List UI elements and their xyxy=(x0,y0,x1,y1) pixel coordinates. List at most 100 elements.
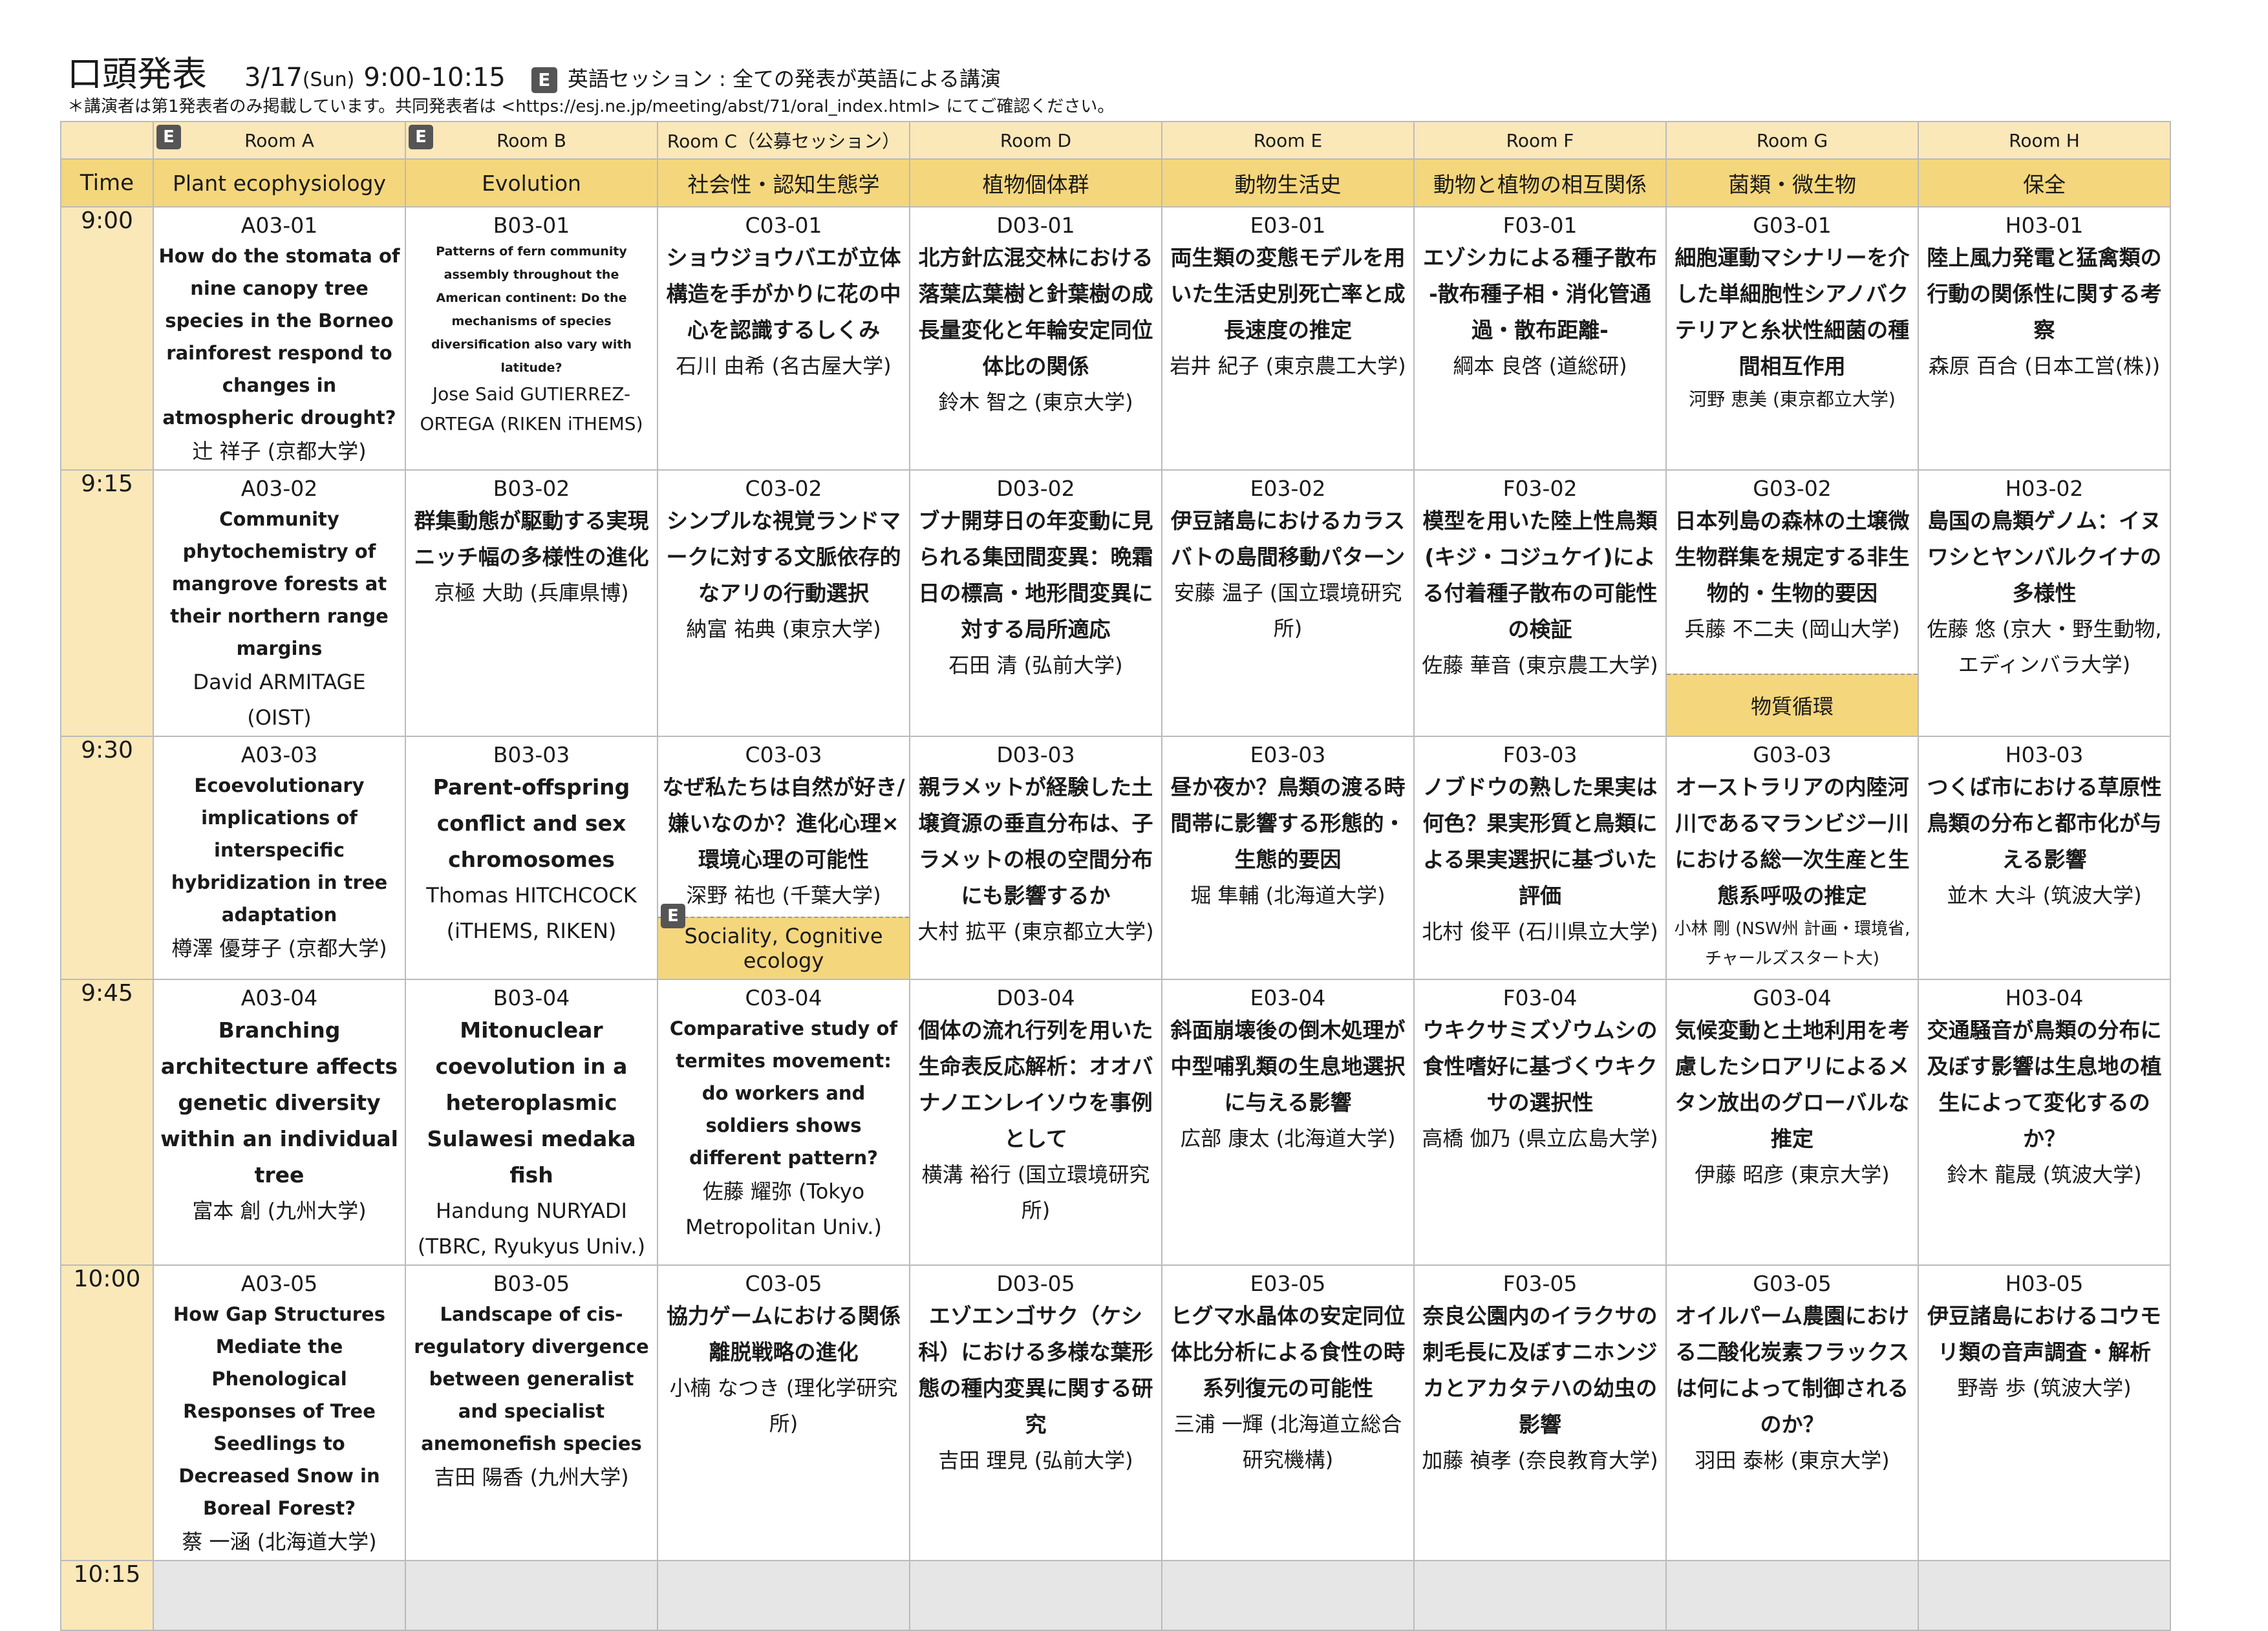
room-name: Room C（公募セッション） xyxy=(667,131,901,152)
talk-entry: D03-05 エゾエンゴサク（ケシ科）における多様な葉形態の種内変異に関する研究吉… xyxy=(910,1266,1161,1560)
talk-title: ブナ開芽日の年変動に見られる集団間変異：晩霜日の標高・地形間変異に対する局所適応 xyxy=(918,508,1153,642)
room-header-e: Room E xyxy=(1161,121,1415,160)
empty-cell xyxy=(657,1560,910,1631)
theme-room-e: 動物生活史 xyxy=(1161,158,1415,208)
talk-speaker: 納富 祐典 (東京大学) xyxy=(686,617,881,641)
talk-entry: D03-01 北方針広混交林における落葉広葉樹と針葉樹の成長量変化と年輪安定同位体… xyxy=(910,208,1161,469)
talk-code: E03-01 xyxy=(1250,213,1326,238)
talk-title: 群集動態が駆動する実現ニッチ幅の多様性の進化 xyxy=(414,508,649,570)
talk-title: 北方針広混交林における落葉広葉樹と針葉樹の成長量変化と年輪安定同位体比の関係 xyxy=(918,245,1153,379)
talk-speaker: 蔡 一涵 (北海道大学) xyxy=(182,1530,377,1554)
talk-entry: F03-01 エゾシカによる種子散布 -散布種子相・消化管通過・散布距離- 綱本 良… xyxy=(1415,208,1665,469)
talk-cell-room-h: H03-04 交通騒音が鳥類の分布に及ぼす影響は生息地の植生によって変化するのか？… xyxy=(1918,979,2171,1266)
talk-cell-room-h: H03-05 伊豆諸島におけるコウモリ類の音声調査・解析野嵜 歩 (筑波大学) xyxy=(1918,1264,2171,1561)
time-label: 10:15 xyxy=(60,1560,154,1631)
talk-code: H03-04 xyxy=(2005,985,2084,1010)
talk-speaker: 野嵜 歩 (筑波大学) xyxy=(1957,1376,2132,1400)
theme-room-f: 動物と植物の相互関係 xyxy=(1413,158,1667,208)
talk-cell-room-e: E03-05 ヒグマ水晶体の安定同位体比分析による食性の時系列復元の可能性 三浦 一… xyxy=(1161,1264,1415,1561)
talk-title: 細胞運動マシナリーを介した単細胞性シアノバクテリアと糸状性細菌の種間相互作用 xyxy=(1674,245,1910,379)
theme-row: Time Plant ecophysiology Evolution 社会性・認… xyxy=(60,158,2171,208)
english-badge-room-a: E xyxy=(156,125,181,149)
talk-entry: C03-02 シンプルな視覚ランドマークに対する文脈依存的なアリの行動選択 納富 祐… xyxy=(658,471,909,736)
talk-title: エゾシカによる種子散布 -散布種子相・消化管通過・散布距離- xyxy=(1422,245,1657,343)
talk-title: Landscape of cis-regulatory divergence b… xyxy=(414,1303,649,1455)
talk-title: ノブドウの熟した果実は何色？果実形質と鳥類による果実選択に基づいた評価 xyxy=(1422,774,1658,908)
talk-speaker: Handung NURYADI (TBRC, Ryukyus Univ.) xyxy=(417,1199,646,1259)
talk-code: B03-04 xyxy=(493,985,570,1010)
talk-code: H03-02 xyxy=(2005,476,2084,501)
talk-code: C03-01 xyxy=(745,213,822,238)
room-header-g: Room G xyxy=(1665,121,1919,160)
talk-title: オーストラリアの内陸河川であるマランビジー川における総一次生産と生態系呼吸の推定 xyxy=(1674,774,1910,908)
talk-speaker: 吉田 陽香 (九州大学) xyxy=(434,1465,629,1489)
talk-speaker: 加藤 禎孝 (奈良教育大学) xyxy=(1422,1448,1658,1473)
talk-entry: H03-04 交通騒音が鳥類の分布に及ぼす影響は生息地の植生によって変化するのか？… xyxy=(1919,980,2170,1264)
talk-entry: F03-02 模型を用いた陸上性鳥類 (キジ・コジュケイ)による付着種子散布の可能… xyxy=(1415,471,1665,736)
talk-cell-room-b: B03-03 Parent-offspring conflict and sex … xyxy=(405,736,658,980)
room-name: Room H xyxy=(2009,129,2080,151)
talk-speaker: 大村 拡平 (東京都立大学) xyxy=(917,919,1154,944)
talk-speaker: 鈴木 智之 (東京大学) xyxy=(938,390,1133,414)
talk-cell-room-d: D03-03 親ラメットが経験した土壌資源の垂直分布は、子ラメットの根の空間分布に… xyxy=(909,736,1162,980)
talk-entry: H03-03 つくば市における草原性鳥類の分布と都市化が与える影響 並木 大斗 (筑… xyxy=(1919,737,2170,979)
talk-entry: E03-05 ヒグマ水晶体の安定同位体比分析による食性の時系列復元の可能性 三浦 一… xyxy=(1162,1266,1413,1560)
english-session-badge: E xyxy=(531,67,557,93)
talk-cell-room-e: E03-04 斜面崩壊後の倒木処理が中型哺乳類の生息地選択に与える影響 広部 康太 … xyxy=(1161,979,1415,1266)
talk-title: 気候変動と土地利用を考慮したシロアリによるメタン放出のグローバルな推定 xyxy=(1674,1018,1910,1151)
talk-speaker: Jose Said GUTIERREZ-ORTEGA (RIKEN iTHEMS… xyxy=(420,383,643,434)
talk-cell-room-e: E03-02 伊豆諸島におけるカラスバトの島間移動パターン 安藤 温子 (国立環境研… xyxy=(1161,469,1415,737)
talk-speaker: 綱本 良啓 (道総研) xyxy=(1453,354,1627,378)
time-label: Time xyxy=(60,158,154,208)
talk-cell-room-g: G03-05 オイルパーム農園における二酸化炭素フラックスは何によって制御されるの… xyxy=(1665,1264,1919,1561)
talk-entry: H03-02 島国の鳥類ゲノム：イヌワシとヤンバルクイナの多様性 佐藤 悠 (京大・… xyxy=(1919,471,2170,736)
talk-title: エゾエンゴサク（ケシ科）における多様な葉形態の種内変異に関する研究 xyxy=(918,1303,1153,1437)
talk-title: 伊豆諸島におけるコウモリ類の音声調査・解析 xyxy=(1927,1303,2161,1365)
talk-code: A03-04 xyxy=(241,985,318,1010)
talk-cell-room-f: F03-03 ノブドウの熟した果実は何色？果実形質と鳥類による果実選択に基づいた評… xyxy=(1413,736,1667,980)
talk-entry: C03-04 Comparative study of termites move… xyxy=(658,980,909,1264)
room-name: Room G xyxy=(1756,129,1828,151)
talk-cell-room-g: G03-04 気候変動と土地利用を考慮したシロアリによるメタン放出のグローバルな推… xyxy=(1665,979,1919,1266)
english-session-note: 英語セッション : 全ての発表が英語による講演 xyxy=(567,67,1001,91)
talk-entry: B03-01 Patterns of fern community assembl… xyxy=(406,208,657,469)
room-name: Room D xyxy=(1000,129,1072,151)
talk-cell-room-g: G03-02 日本列島の森林の土壌微生物群集を規定する非生物的・生物的要因 兵藤 不… xyxy=(1665,469,1919,737)
talk-code: H03-01 xyxy=(2005,213,2084,238)
talk-entry: B03-02 群集動態が駆動する実現ニッチ幅の多様性の進化 京極 大助 (兵庫県博) xyxy=(406,471,657,736)
talk-cell-room-d: D03-05 エゾエンゴサク（ケシ科）における多様な葉形態の種内変異に関する研究吉… xyxy=(909,1264,1162,1561)
talk-cell-room-c: C03-03 なぜ私たちは自然が好き/嫌いなのか？進化心理×環境心理の可能性 深野 … xyxy=(657,736,910,980)
talk-code: C03-04 xyxy=(745,985,822,1010)
talk-code: H03-03 xyxy=(2005,742,2084,767)
talk-title: 日本列島の森林の土壌微生物群集を規定する非生物的・生物的要因 xyxy=(1674,508,1910,606)
talk-cell-room-f: F03-04 ウキクサミズゾウムシの食性嗜好に基づくウキクサの選択性 高橋 伽乃 (… xyxy=(1413,979,1667,1266)
talk-title: Community phytochemistry of mangrove for… xyxy=(170,508,389,659)
room-header-d: Room D xyxy=(909,121,1162,160)
theme-room-h: 保全 xyxy=(1918,158,2171,208)
english-badge-subsession: E xyxy=(661,904,685,928)
talk-speaker: 伊藤 昭彦 (東京大学) xyxy=(1695,1162,1890,1187)
room-header-row: E Room A E Room B Room C（公募セッション） Room D R… xyxy=(60,121,2171,160)
talk-code: H03-05 xyxy=(2005,1271,2084,1296)
talk-speaker: 富本 創 (九州大学) xyxy=(192,1199,367,1223)
talk-title: 交通騒音が鳥類の分布に及ぼす影響は生息地の植生によって変化するのか？ xyxy=(1927,1018,2162,1151)
talk-cell-room-c: C03-04 Comparative study of termites move… xyxy=(657,979,910,1266)
talk-cell-room-e: E03-01 両生類の変態モデルを用いた生活史別死亡率と成長速度の推定 岩井 紀子 … xyxy=(1161,206,1415,471)
talk-entry: A03-02 Community phytochemistry of mangro… xyxy=(154,471,405,736)
talk-title: 個体の流れ行列を用いた生命表反応解析：オオバナノエンレイソウを事例として xyxy=(918,1018,1153,1151)
talk-speaker: 佐藤 華音 (東京農工大学) xyxy=(1422,653,1658,677)
talk-entry: G03-01 細胞運動マシナリーを介した単細胞性シアノバクテリアと糸状性細菌の種間… xyxy=(1667,208,1918,469)
talk-speaker: 北村 俊平 (石川県立大学) xyxy=(1422,919,1658,944)
talk-title: 島国の鳥類ゲノム：イヌワシとヤンバルクイナの多様性 xyxy=(1927,508,2162,606)
talk-code: B03-02 xyxy=(493,476,570,501)
talk-speaker: 高橋 伽乃 (県立広島大学) xyxy=(1422,1126,1658,1151)
room-header-a: E Room A xyxy=(153,121,406,160)
talk-cell-room-a: A03-01 How do the stomata of nine canopy … xyxy=(153,206,406,471)
talk-cell-room-h: H03-01 陸上風力発電と猛禽類の行動の関係性に関する考察 森原 百合 (日本工営… xyxy=(1918,206,2171,471)
talk-entry: G03-05 オイルパーム農園における二酸化炭素フラックスは何によって制御されるの… xyxy=(1667,1266,1918,1560)
talk-code: E03-02 xyxy=(1250,476,1326,501)
talk-code: B03-01 xyxy=(493,213,570,238)
talk-code: B03-03 xyxy=(493,742,570,767)
talk-title: 親ラメットが経験した土壌資源の垂直分布は、子ラメットの根の空間分布にも影響するか xyxy=(918,774,1153,908)
empty-cell xyxy=(909,1560,1162,1631)
